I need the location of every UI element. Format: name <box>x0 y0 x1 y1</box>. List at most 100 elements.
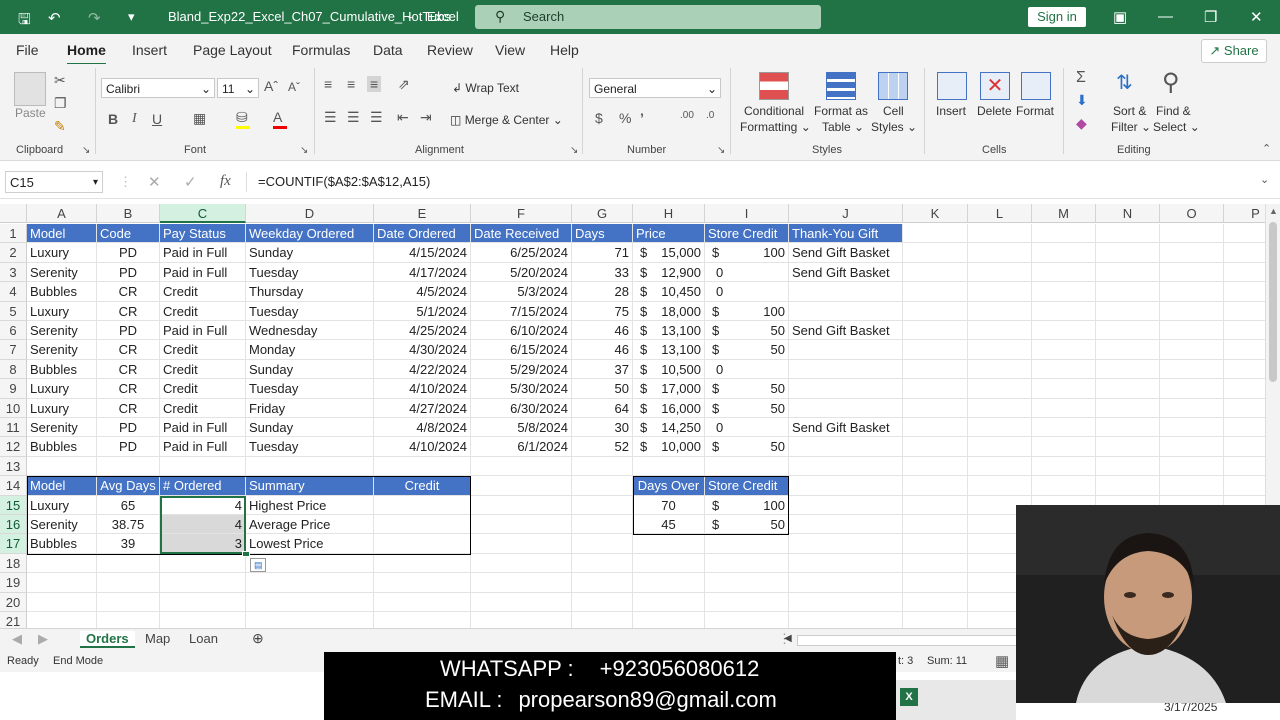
grid-cell[interactable] <box>1096 243 1160 263</box>
grid-cell[interactable] <box>968 456 1032 477</box>
row-header-6[interactable]: 6 <box>0 321 27 341</box>
table-header-cell[interactable]: Days <box>572 224 633 244</box>
table-cell[interactable]: 46 <box>572 340 633 360</box>
grid-cell[interactable] <box>1224 243 1265 263</box>
column-header-k[interactable]: K <box>903 204 968 223</box>
table-cell[interactable]: PD <box>97 321 160 341</box>
row-header-1[interactable]: 1 <box>0 224 27 244</box>
grid-cell[interactable] <box>1096 301 1160 321</box>
font-color-icon[interactable]: A <box>273 109 287 129</box>
table-cell[interactable]: 28 <box>572 282 633 302</box>
grid-cell[interactable] <box>633 456 705 477</box>
price-cell[interactable]: $12,900 <box>633 262 705 283</box>
tab-home[interactable]: Home <box>67 42 106 66</box>
format-button[interactable]: Format <box>1016 104 1054 118</box>
grid-cell[interactable] <box>968 301 1032 321</box>
format-cells-icon[interactable] <box>1021 72 1051 100</box>
grid-cell[interactable] <box>1096 437 1160 457</box>
table-cell[interactable]: CR <box>97 398 160 418</box>
table-cell[interactable]: 71 <box>572 243 633 263</box>
row-header-13[interactable]: 13 <box>0 456 27 477</box>
number-launcher-icon[interactable]: ↘ <box>717 145 725 156</box>
table-cell[interactable]: 6/10/2024 <box>471 321 572 341</box>
grid-cell[interactable] <box>374 612 471 628</box>
table-cell[interactable]: Luxury <box>27 301 97 321</box>
table-header-cell[interactable]: Date Ordered <box>374 224 471 244</box>
grid-cell[interactable] <box>1096 340 1160 360</box>
column-header-g[interactable]: G <box>572 204 633 223</box>
column-header-l[interactable]: L <box>968 204 1032 223</box>
grid-cell[interactable] <box>903 340 968 360</box>
grid-cell[interactable] <box>471 553 572 574</box>
table-cell[interactable]: Monday <box>246 340 374 360</box>
grid-cell[interactable] <box>968 224 1032 244</box>
table-cell[interactable] <box>789 301 903 321</box>
table-cell[interactable]: Luxury <box>27 243 97 263</box>
scroll-left-icon[interactable]: ◀ <box>784 633 792 644</box>
excel-taskbar-icon[interactable]: X <box>900 688 918 706</box>
row-header-16[interactable]: 16 <box>0 515 27 535</box>
grid-cell[interactable] <box>903 456 968 477</box>
scroll-up-icon[interactable]: ▲ <box>1269 206 1278 216</box>
table-cell[interactable]: Thursday <box>246 282 374 302</box>
grid-cell[interactable] <box>1032 379 1096 399</box>
enter-icon[interactable]: ✓ <box>184 173 197 191</box>
percent-icon[interactable]: % <box>619 110 631 126</box>
grid-cell[interactable] <box>1032 437 1096 457</box>
table-header-cell[interactable]: Pay Status <box>160 224 246 244</box>
decrease-decimal-icon[interactable]: .0 <box>706 110 714 121</box>
table-cell[interactable]: 5/30/2024 <box>471 379 572 399</box>
grid-cell[interactable] <box>374 592 471 612</box>
table-cell[interactable]: Credit <box>160 379 246 399</box>
fill-icon[interactable]: ⬇ <box>1076 92 1088 109</box>
grid-cell[interactable] <box>160 553 246 574</box>
table-cell[interactable]: 33 <box>572 262 633 283</box>
name-box[interactable]: C15 ▾ <box>5 171 103 193</box>
table-cell[interactable]: Send Gift Basket <box>789 243 903 263</box>
table-cell[interactable] <box>789 379 903 399</box>
table-cell[interactable]: 64 <box>572 398 633 418</box>
table-cell[interactable]: Tuesday <box>246 301 374 321</box>
grid-cell[interactable] <box>1224 476 1265 496</box>
sheet-tab-orders[interactable]: Orders <box>80 631 135 648</box>
insert-cells-icon[interactable] <box>937 72 967 100</box>
store-credit-cell[interactable]: 0 <box>705 262 789 283</box>
grid-cell[interactable] <box>705 592 789 612</box>
insert-button[interactable]: Insert <box>936 104 966 118</box>
sheet-tab-loan[interactable]: Loan <box>189 631 218 646</box>
tab-page-layout[interactable]: Page Layout <box>193 42 272 58</box>
increase-indent-icon[interactable]: ⇥ <box>420 109 432 126</box>
table-cell[interactable]: Credit <box>160 359 246 380</box>
table-cell[interactable]: 4/30/2024 <box>374 340 471 360</box>
price-cell[interactable]: $17,000 <box>633 379 705 399</box>
table-cell[interactable]: 52 <box>572 437 633 457</box>
grid-cell[interactable] <box>705 553 789 574</box>
grid-cell[interactable] <box>903 262 968 283</box>
table-cell[interactable]: Serenity <box>27 262 97 283</box>
grid-cell[interactable] <box>1224 302 1265 321</box>
grid-cell[interactable] <box>1096 262 1160 283</box>
table-cell[interactable]: Paid in Full <box>160 437 246 457</box>
grid-cell[interactable] <box>572 553 633 574</box>
row-header-5[interactable]: 5 <box>0 301 27 321</box>
grid-cell[interactable] <box>1160 437 1224 457</box>
grid-cell[interactable] <box>1160 340 1224 360</box>
grid-cell[interactable] <box>903 301 968 321</box>
grid-cell[interactable] <box>572 534 633 554</box>
table-cell[interactable]: 4/27/2024 <box>374 398 471 418</box>
table-cell[interactable] <box>789 437 903 457</box>
price-cell[interactable]: $15,000 <box>633 243 705 263</box>
grid-cell[interactable] <box>903 243 968 263</box>
grid-cell[interactable] <box>97 592 160 612</box>
table-cell[interactable] <box>789 359 903 380</box>
grid-cell[interactable] <box>1160 398 1224 418</box>
store-credit-cell[interactable]: 0 <box>705 418 789 438</box>
grid-cell[interactable] <box>374 456 471 477</box>
table-cell[interactable]: Serenity <box>27 321 97 341</box>
grid-cell[interactable] <box>1032 243 1096 263</box>
grid-cell[interactable] <box>160 456 246 477</box>
grid-cell[interactable] <box>1096 359 1160 380</box>
price-cell[interactable]: $18,000 <box>633 301 705 321</box>
grid-cell[interactable] <box>1032 262 1096 283</box>
row-header-9[interactable]: 9 <box>0 379 27 399</box>
